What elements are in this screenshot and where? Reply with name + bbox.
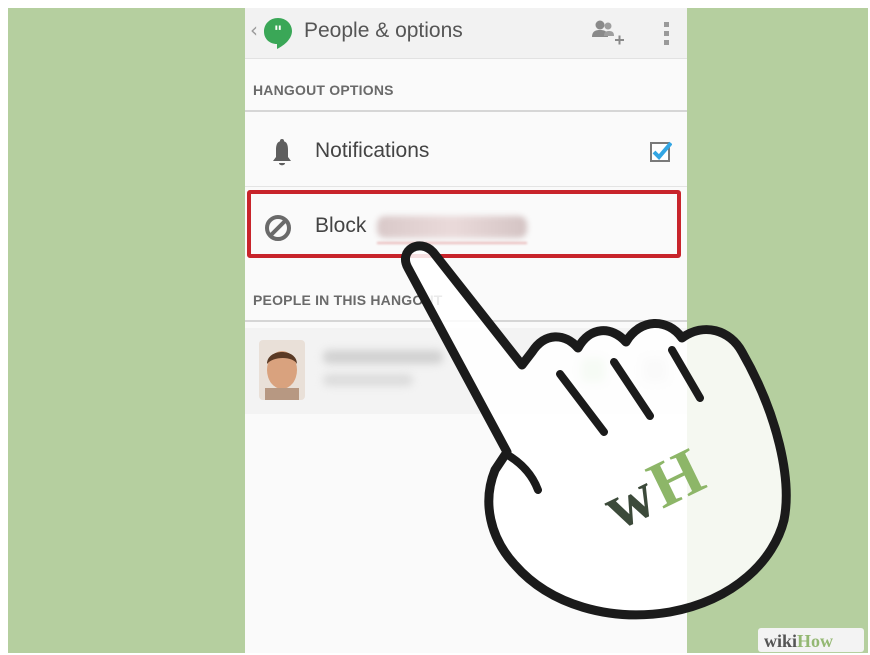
blurred-online-indicator bbox=[581, 358, 605, 382]
block-icon bbox=[265, 215, 291, 241]
page-title: People & options bbox=[304, 19, 463, 42]
block-option[interactable]: Block bbox=[245, 188, 687, 264]
svg-text:": " bbox=[274, 22, 282, 41]
chevron-left-icon[interactable]: ‹ bbox=[250, 18, 258, 42]
notifications-option[interactable]: Notifications bbox=[245, 120, 687, 187]
blurred-person-name bbox=[323, 350, 443, 364]
person-list-item[interactable] bbox=[245, 328, 687, 414]
section-title: HANGOUT OPTIONS bbox=[253, 82, 394, 98]
blurred-person-status bbox=[323, 374, 413, 386]
blurred-underline bbox=[377, 242, 527, 244]
blurred-row-icon bbox=[643, 358, 667, 382]
avatar bbox=[259, 340, 305, 400]
add-people-icon[interactable] bbox=[588, 17, 624, 49]
blurred-contact-name bbox=[377, 216, 527, 238]
section-header-hangout-options: HANGOUT OPTIONS bbox=[245, 72, 687, 112]
overflow-menu-icon[interactable] bbox=[663, 20, 671, 48]
section-title: PEOPLE IN THIS HANGOUT bbox=[253, 292, 443, 308]
wikihow-badge-text: wikiHow bbox=[764, 631, 834, 651]
screenshot-stage: ‹ " People & options HANGOUT OPTIONS Not… bbox=[8, 8, 868, 653]
section-header-people: PEOPLE IN THIS HANGOUT bbox=[245, 282, 687, 322]
wikihow-badge: wikiHow bbox=[758, 628, 864, 652]
notifications-checkbox[interactable] bbox=[650, 140, 672, 162]
action-bar: ‹ " People & options bbox=[245, 8, 687, 59]
bell-icon bbox=[273, 139, 291, 166]
notifications-label: Notifications bbox=[315, 139, 430, 162]
phone-screen: ‹ " People & options HANGOUT OPTIONS Not… bbox=[245, 8, 687, 653]
block-label: Block bbox=[315, 214, 367, 237]
hangouts-logo-icon[interactable]: " bbox=[261, 16, 295, 50]
